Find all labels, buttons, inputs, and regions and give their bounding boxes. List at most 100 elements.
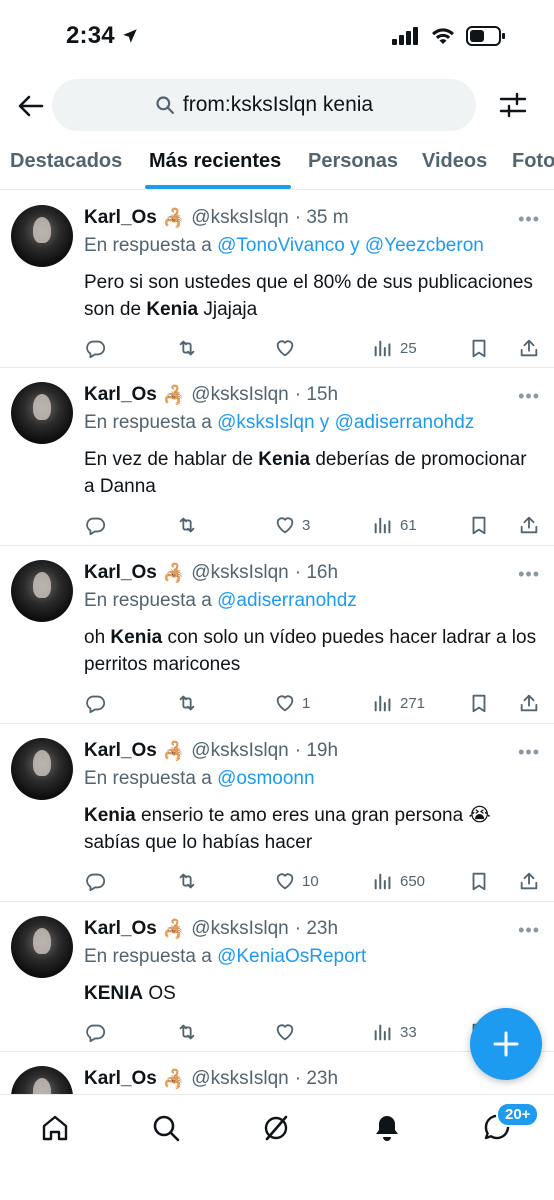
tab-personas[interactable]: Personas bbox=[308, 150, 398, 173]
tweet-feed[interactable]: Karl_Os 🦂 @ksksIslqn · 35 m ••• En respu… bbox=[0, 191, 554, 1094]
reply-button[interactable] bbox=[84, 514, 106, 536]
views-icon bbox=[374, 517, 391, 534]
retweet-button[interactable] bbox=[176, 870, 198, 892]
reply-mentions[interactable]: @ksksIslqn y @adiserranohdz bbox=[217, 412, 474, 433]
tab-mas-recientes[interactable]: Más recientes bbox=[149, 150, 281, 173]
tweet[interactable]: Karl_Os 🦂 @ksksIslqn · 16h ••• En respue… bbox=[0, 546, 554, 724]
retweet-button[interactable] bbox=[176, 692, 198, 714]
reply-mentions[interactable]: @TonoVivanco y @Yeezcberon bbox=[217, 235, 484, 256]
avatar[interactable] bbox=[11, 382, 73, 444]
views-count: 61 bbox=[400, 516, 417, 534]
scorpion-emoji-icon: 🦂 bbox=[162, 1068, 186, 1089]
author-handle: @ksksIslqn bbox=[191, 384, 289, 405]
avatar[interactable] bbox=[11, 1066, 73, 1094]
reply-mentions[interactable]: @osmoonn bbox=[217, 768, 314, 789]
reply-mentions[interactable]: @KeniaOsReport bbox=[217, 946, 366, 967]
share-button[interactable] bbox=[518, 692, 540, 714]
retweet-button[interactable] bbox=[176, 1021, 198, 1043]
share-button[interactable] bbox=[518, 337, 540, 359]
bookmark-icon bbox=[472, 516, 486, 535]
views-button[interactable]: 61 bbox=[372, 514, 417, 536]
views-count: 650 bbox=[400, 872, 426, 890]
author-name[interactable]: Karl_Os bbox=[84, 918, 157, 940]
more-options-icon[interactable]: ••• bbox=[518, 209, 540, 230]
reply-prefix: En respuesta a bbox=[84, 235, 212, 256]
author-handle: @ksksIslqn bbox=[191, 918, 289, 939]
tweet[interactable]: Karl_Os 🦂 @ksksIslqn · 23h bbox=[0, 1052, 554, 1094]
like-button[interactable]: 1 bbox=[274, 692, 310, 714]
reply-button[interactable] bbox=[84, 337, 106, 359]
reply-prefix: En respuesta a bbox=[84, 412, 212, 433]
reply-icon bbox=[86, 517, 106, 536]
nav-grok[interactable] bbox=[259, 1111, 293, 1145]
tweet-text: En vez de hablar de Kenia deberías de pr… bbox=[84, 449, 527, 497]
avatar[interactable] bbox=[11, 916, 73, 978]
tweet-text: KENIA OS bbox=[84, 983, 176, 1004]
avatar[interactable] bbox=[11, 205, 73, 267]
retweet-icon bbox=[179, 873, 195, 889]
author-name[interactable]: Karl_Os bbox=[84, 562, 157, 584]
more-options-icon[interactable]: ••• bbox=[518, 386, 540, 407]
views-button[interactable]: 33 bbox=[372, 1021, 417, 1043]
compose-button[interactable] bbox=[470, 1008, 542, 1080]
tab-destacados[interactable]: Destacados bbox=[10, 150, 122, 173]
author-name[interactable]: Karl_Os bbox=[84, 1068, 157, 1090]
retweet-icon bbox=[179, 695, 195, 711]
more-options-icon[interactable]: ••• bbox=[518, 920, 540, 941]
bookmark-button[interactable] bbox=[468, 514, 490, 536]
tab-videos[interactable]: Videos bbox=[422, 150, 487, 173]
avatar[interactable] bbox=[11, 560, 73, 622]
like-button[interactable]: 3 bbox=[274, 514, 310, 536]
grok-icon bbox=[264, 1115, 288, 1141]
tab-fotos[interactable]: Fotos bbox=[512, 150, 554, 173]
reply-mentions[interactable]: @adiserranohdz bbox=[217, 590, 357, 611]
reply-button[interactable] bbox=[84, 692, 106, 714]
nav-home[interactable] bbox=[38, 1111, 72, 1145]
views-button[interactable]: 25 bbox=[372, 337, 417, 359]
reply-button[interactable] bbox=[84, 1021, 106, 1043]
like-button[interactable] bbox=[274, 337, 302, 359]
more-options-icon[interactable]: ••• bbox=[518, 564, 540, 585]
views-count: 33 bbox=[400, 1023, 417, 1041]
retweet-button[interactable] bbox=[176, 514, 198, 536]
status-icons bbox=[392, 26, 506, 46]
tweet[interactable]: Karl_Os 🦂 @ksksIslqn · 19h ••• En respue… bbox=[0, 724, 554, 902]
tweet[interactable]: Karl_Os 🦂 @ksksIslqn · 35 m ••• En respu… bbox=[0, 191, 554, 368]
tweet-time: · 15h bbox=[294, 384, 339, 405]
nav-explore[interactable] bbox=[149, 1111, 183, 1145]
wifi-icon bbox=[432, 28, 454, 44]
share-button[interactable] bbox=[518, 514, 540, 536]
views-button[interactable]: 271 bbox=[372, 692, 425, 714]
search-tabs: Destacados Más recientes Personas Videos… bbox=[0, 140, 554, 190]
author-name[interactable]: Karl_Os bbox=[84, 740, 157, 762]
scorpion-emoji-icon: 🦂 bbox=[162, 740, 186, 761]
nav-notifications[interactable] bbox=[370, 1111, 404, 1145]
share-icon bbox=[520, 872, 538, 890]
author-name[interactable]: Karl_Os bbox=[84, 384, 157, 406]
views-count: 271 bbox=[400, 694, 426, 712]
tweet[interactable]: Karl_Os 🦂 @ksksIslqn · 15h ••• En respue… bbox=[0, 368, 554, 546]
views-count: 25 bbox=[400, 339, 417, 357]
tweet[interactable]: Karl_Os 🦂 @ksksIslqn · 23h ••• En respue… bbox=[0, 902, 554, 1052]
retweet-button[interactable] bbox=[176, 337, 198, 359]
reply-button[interactable] bbox=[84, 870, 106, 892]
like-button[interactable] bbox=[274, 1021, 302, 1043]
share-button[interactable] bbox=[518, 870, 540, 892]
bookmark-button[interactable] bbox=[468, 870, 490, 892]
views-icon bbox=[374, 873, 391, 890]
back-button[interactable] bbox=[14, 90, 48, 122]
compose-icon bbox=[493, 1031, 519, 1057]
avatar[interactable] bbox=[11, 738, 73, 800]
filter-icon bbox=[499, 92, 527, 118]
bookmark-button[interactable] bbox=[468, 692, 490, 714]
scorpion-emoji-icon: 🦂 bbox=[162, 562, 186, 583]
like-button[interactable]: 10 bbox=[274, 870, 319, 892]
more-options-icon[interactable]: ••• bbox=[518, 742, 540, 763]
views-button[interactable]: 650 bbox=[372, 870, 425, 892]
bookmark-button[interactable] bbox=[468, 337, 490, 359]
author-name[interactable]: Karl_Os bbox=[84, 207, 157, 229]
search-query: from:ksksIslqn kenia bbox=[182, 93, 374, 116]
search-input[interactable]: from:ksksIslqn kenia bbox=[52, 79, 476, 131]
filter-button[interactable] bbox=[498, 90, 528, 120]
like-icon bbox=[276, 340, 294, 357]
